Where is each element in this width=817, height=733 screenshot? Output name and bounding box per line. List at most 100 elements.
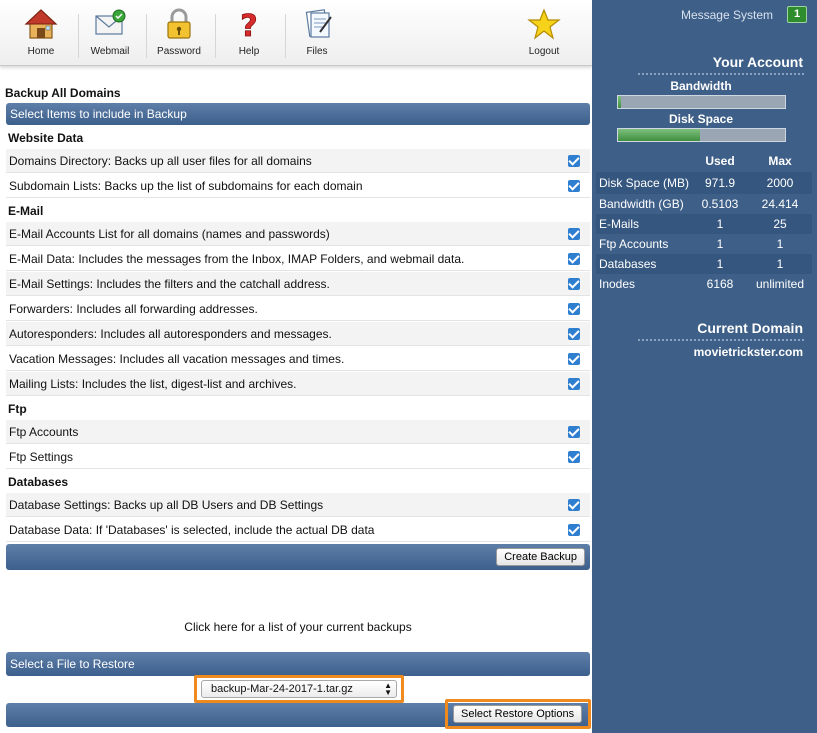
list-item: E-Mail Accounts List for all domains (na… xyxy=(6,222,590,246)
usage-table: Used Max Disk Space (MB) 971.9 2000 Band… xyxy=(596,150,812,294)
create-backup-button[interactable]: Create Backup xyxy=(496,548,585,566)
select-arrows-icon: ▲ ▼ xyxy=(384,681,392,697)
home-label: Home xyxy=(27,46,55,57)
help-label: Help xyxy=(238,46,260,57)
divider xyxy=(638,73,804,75)
files-label: Files xyxy=(306,46,328,57)
files-icon xyxy=(305,9,332,38)
usage-header-row: Used Max xyxy=(596,150,812,172)
option-label: Ftp Settings xyxy=(9,450,74,464)
email-settings-checkbox[interactable] xyxy=(568,278,580,290)
usage-used: 0.5103 xyxy=(701,197,739,211)
usage-max: 1 xyxy=(776,237,784,251)
section-website-data: Website Data xyxy=(8,131,84,145)
option-label: Subdomain Lists: Backs up the list of su… xyxy=(9,179,363,193)
current-domain-title: Current Domain xyxy=(697,320,803,336)
section-ftp: Ftp xyxy=(8,402,27,416)
section-databases: Databases xyxy=(8,475,69,489)
create-backup-bar: Create Backup xyxy=(6,544,590,570)
files-button[interactable]: Files xyxy=(282,8,352,64)
option-label: E-Mail Settings: Includes the filters an… xyxy=(9,277,330,291)
password-button[interactable]: Password xyxy=(144,8,214,64)
message-count-badge[interactable]: 1 xyxy=(787,6,807,23)
usage-name: Ftp Accounts xyxy=(599,237,669,251)
password-label: Password xyxy=(157,46,201,57)
usage-used: 1 xyxy=(692,254,748,274)
top-toolbar: Home Webmail Password ? Help Files Logou… xyxy=(0,0,592,66)
autoresponders-checkbox[interactable] xyxy=(568,328,580,340)
usage-name: Databases xyxy=(596,254,692,274)
message-system-link[interactable]: Message System xyxy=(681,8,773,22)
option-label: Database Settings: Backs up all DB Users… xyxy=(9,498,324,512)
database-data-checkbox[interactable] xyxy=(568,524,580,536)
list-item: Mailing Lists: Includes the list, digest… xyxy=(6,372,590,396)
divider xyxy=(638,339,804,341)
vacation-messages-checkbox[interactable] xyxy=(568,353,580,365)
max-column-header: Max xyxy=(768,154,792,168)
database-settings-checkbox[interactable] xyxy=(568,499,580,511)
webmail-icon xyxy=(95,9,126,35)
usage-max: 2000 xyxy=(748,172,812,194)
domains-directory-checkbox[interactable] xyxy=(568,155,580,167)
current-backups-link[interactable]: Click here for a list of your current ba… xyxy=(6,620,590,634)
home-icon xyxy=(24,9,58,39)
restore-header: Select a File to Restore xyxy=(6,652,590,676)
usage-max: 1 xyxy=(748,254,812,274)
usage-used: 1 xyxy=(716,237,724,251)
disk-space-label: Disk Space xyxy=(668,112,734,126)
question-mark-icon: ? xyxy=(240,9,258,40)
ftp-accounts-checkbox[interactable] xyxy=(568,426,580,438)
list-item: E-Mail Settings: Includes the filters an… xyxy=(6,272,590,296)
subdomain-lists-checkbox[interactable] xyxy=(568,180,580,192)
restore-file-select[interactable]: backup-Mar-24-2017-1.tar.gz ▲ ▼ xyxy=(201,680,397,698)
list-item: Ftp Accounts xyxy=(6,420,590,444)
option-label: Autoresponders: Includes all autorespond… xyxy=(9,327,332,341)
webmail-button[interactable]: Webmail xyxy=(75,8,145,64)
disk-space-meter-fill xyxy=(618,129,700,141)
email-accounts-checkbox[interactable] xyxy=(568,228,580,240)
usage-max: unlimited xyxy=(755,277,805,291)
used-column-header: Used xyxy=(705,154,735,168)
email-data-checkbox[interactable] xyxy=(568,253,580,265)
list-item: Database Data: If 'Databases' is selecte… xyxy=(6,518,590,542)
table-row: E-Mails 1 25 xyxy=(596,214,812,234)
option-label: E-Mail Accounts List for all domains (na… xyxy=(9,227,330,241)
list-item: Forwarders: Includes all forwarding addr… xyxy=(6,297,590,321)
bandwidth-meter-fill xyxy=(618,96,622,108)
usage-name: E-Mails xyxy=(596,214,692,234)
table-row: Ftp Accounts 1 1 xyxy=(596,234,812,254)
list-item: Ftp Settings xyxy=(6,445,590,469)
table-row: Inodes 6168 unlimited xyxy=(596,274,812,294)
logout-button[interactable]: Logout xyxy=(509,8,579,64)
select-items-title: Select Items to include in Backup xyxy=(10,107,187,121)
restore-file-value: backup-Mar-24-2017-1.tar.gz xyxy=(211,683,353,695)
table-row: Databases 1 1 xyxy=(596,254,812,274)
restore-button-highlight: Select Restore Options xyxy=(445,699,591,729)
list-item: Vacation Messages: Includes all vacation… xyxy=(6,347,590,371)
svg-text:?: ? xyxy=(240,9,257,40)
bandwidth-meter xyxy=(617,95,786,109)
usage-used: 1 xyxy=(692,214,748,234)
restore-title: Select a File to Restore xyxy=(10,657,135,671)
mailing-lists-checkbox[interactable] xyxy=(568,378,580,390)
home-button[interactable]: Home xyxy=(6,8,76,64)
option-label: Ftp Accounts xyxy=(9,425,79,439)
account-sidebar: Message System 1 Your Account Bandwidth … xyxy=(592,0,817,733)
your-account-title: Your Account xyxy=(712,54,803,70)
option-label: E-Mail Data: Includes the messages from … xyxy=(9,252,465,266)
forwarders-checkbox[interactable] xyxy=(568,303,580,315)
list-item: Autoresponders: Includes all autorespond… xyxy=(6,322,590,346)
list-item: Subdomain Lists: Backs up the list of su… xyxy=(6,174,590,198)
star-icon xyxy=(527,8,561,40)
table-row: Disk Space (MB) 971.9 2000 xyxy=(596,172,812,194)
usage-max: 25 xyxy=(748,214,812,234)
help-button[interactable]: ? Help xyxy=(214,8,284,64)
list-item: Domains Directory: Backs up all user fil… xyxy=(6,149,590,173)
usage-name: Bandwidth (GB) xyxy=(599,197,684,211)
table-row: Bandwidth (GB) 0.5103 24.414 xyxy=(596,194,812,214)
select-restore-options-button[interactable]: Select Restore Options xyxy=(453,705,583,723)
current-domain-name[interactable]: movietrickster.com xyxy=(694,345,803,359)
ftp-settings-checkbox[interactable] xyxy=(568,451,580,463)
logout-label: Logout xyxy=(528,46,560,57)
usage-name: Inodes xyxy=(599,277,636,291)
